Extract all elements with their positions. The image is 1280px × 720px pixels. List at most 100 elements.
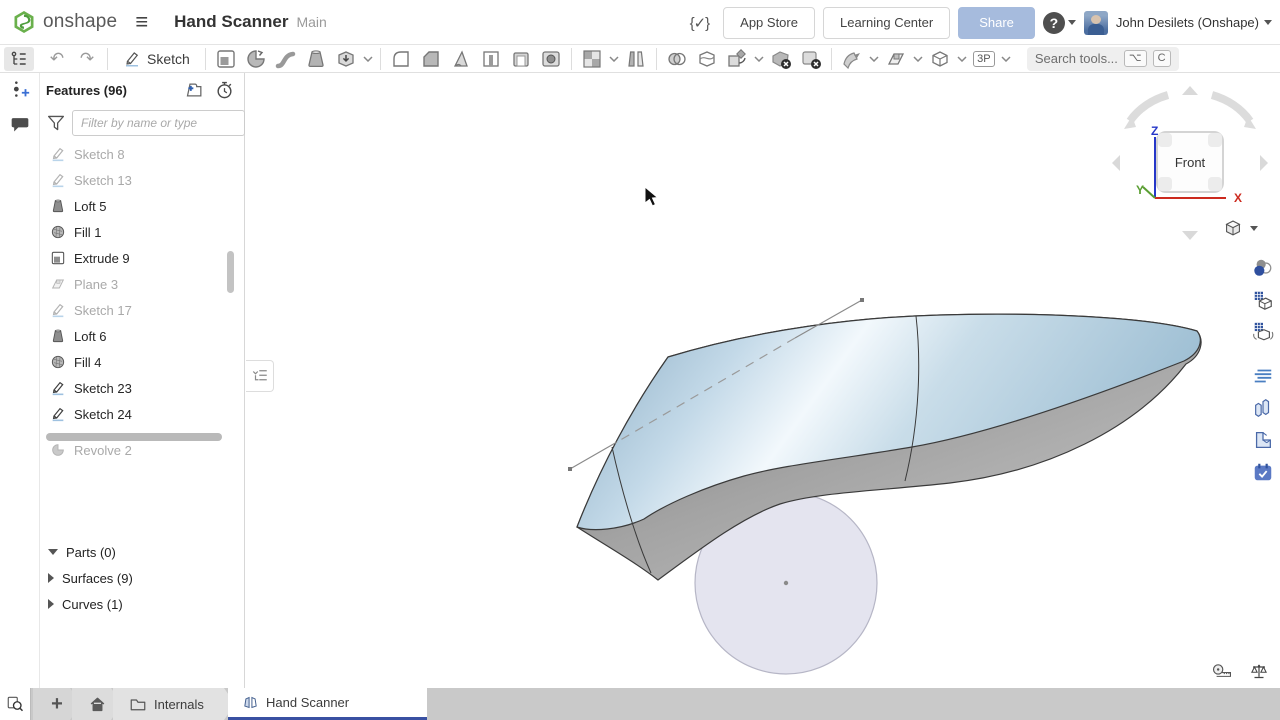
draft-button[interactable] [446, 46, 476, 72]
named-views-button[interactable] [1249, 285, 1277, 315]
feature-item[interactable]: Sketch 17 [40, 297, 245, 323]
extrude-button[interactable] [211, 46, 241, 72]
feature-item[interactable]: Loft 5 [40, 193, 245, 219]
user-menu[interactable]: John Desilets (Onshape) [1116, 15, 1272, 30]
release-button[interactable] [1249, 457, 1277, 487]
feature-label: Loft 6 [74, 329, 107, 344]
filter-input[interactable] [72, 110, 245, 136]
feature-item[interactable]: Sketch 24 [40, 401, 245, 427]
thicken-button[interactable] [331, 46, 361, 72]
mass-properties-button[interactable] [1250, 663, 1268, 680]
feature-list-toggle[interactable] [4, 47, 34, 71]
learning-center-button[interactable]: Learning Center [823, 7, 950, 39]
hole-button[interactable] [536, 46, 566, 72]
main-menu-icon[interactable]: ≡ [135, 11, 148, 33]
tab-search-button[interactable] [0, 688, 31, 720]
plane-dropdown[interactable] [911, 56, 925, 62]
loft-icon [50, 328, 66, 344]
feature-item[interactable]: Plane 3 [40, 271, 245, 297]
comments-button[interactable] [0, 107, 40, 141]
help-menu[interactable]: ? [1043, 12, 1076, 34]
thicken-dropdown[interactable] [361, 56, 375, 62]
feature-item[interactable]: Sketch 23 [40, 375, 245, 401]
mouse-cursor [644, 186, 660, 208]
redo-button[interactable]: ↷ [72, 46, 102, 72]
chevron-down-icon [1264, 20, 1272, 25]
feature-item[interactable]: Fill 1 [40, 219, 245, 245]
rib-button[interactable] [476, 46, 506, 72]
loft-button[interactable] [301, 46, 331, 72]
insert-feature-button[interactable] [0, 73, 40, 107]
tab-hand-scanner[interactable]: Hand Scanner [228, 688, 427, 720]
move-face-dropdown[interactable] [867, 56, 881, 62]
mass-properties-icon [1250, 663, 1268, 680]
section-view-button[interactable] [1249, 425, 1277, 455]
new-folder-button[interactable] [185, 81, 205, 99]
feature-item[interactable]: Extrude 9 [40, 245, 245, 271]
comment-list-icon [1252, 365, 1274, 387]
group-surfaces[interactable]: Surfaces (9) [40, 565, 245, 591]
revolve-button[interactable] [241, 46, 271, 72]
workspace-name[interactable]: Main [296, 14, 326, 30]
home-icon [89, 696, 106, 712]
tab-internals[interactable]: Internals [113, 688, 235, 720]
split-button[interactable] [692, 46, 722, 72]
feature-item[interactable]: Fill 4 [40, 349, 245, 375]
tab-bar: + Internals Hand Scanner [0, 688, 1280, 720]
view-options-button[interactable] [1222, 217, 1258, 239]
group-label: Surfaces (9) [62, 571, 133, 586]
fillet-icon [389, 47, 413, 71]
primitives-dropdown[interactable] [955, 56, 969, 62]
share-button[interactable]: Share [958, 7, 1035, 39]
three-point-button[interactable]: 3P [969, 46, 999, 72]
display-states-button[interactable] [1249, 317, 1277, 347]
delete-face-button[interactable] [796, 46, 826, 72]
primitives-button[interactable] [925, 46, 955, 72]
undo-button[interactable]: ↶ [42, 46, 72, 72]
search-tools[interactable]: Search tools... ⌥ C [1027, 47, 1179, 71]
sketch-button[interactable]: Sketch [113, 50, 200, 68]
measure-button[interactable] [1212, 663, 1232, 680]
plane-button[interactable] [881, 46, 911, 72]
transform-button[interactable] [722, 46, 752, 72]
linear-pattern-button[interactable] [577, 46, 607, 72]
group-curves[interactable]: Curves (1) [40, 591, 245, 617]
chamfer-button[interactable] [416, 46, 446, 72]
group-parts[interactable]: Parts (0) [40, 539, 245, 565]
pattern-dropdown[interactable] [607, 56, 621, 62]
app-store-button[interactable]: App Store [723, 7, 815, 39]
filter-button[interactable] [46, 114, 66, 132]
transform-dropdown[interactable] [752, 56, 766, 62]
part-studio-icon [242, 694, 259, 711]
graphics-viewport[interactable]: Front Z X Y [246, 73, 1280, 688]
onshape-app: onshape ≡ Hand Scanner Main {✓} App Stor… [0, 0, 1280, 720]
appearance-button[interactable] [1249, 253, 1277, 283]
feature-item[interactable]: Sketch 8 [40, 141, 245, 167]
vertical-scrollbar[interactable] [227, 251, 234, 293]
versions-icon[interactable]: {✓} [690, 14, 710, 32]
feature-item[interactable]: Sketch 13 [40, 167, 245, 193]
rib-icon [479, 47, 503, 71]
sketch-icon [50, 146, 66, 162]
sweep-button[interactable] [271, 46, 301, 72]
panel-expand-toggle[interactable] [246, 360, 274, 392]
rollback-timer-button[interactable] [215, 81, 234, 100]
horizontal-scrollbar[interactable] [46, 433, 222, 441]
parts-list-button[interactable] [1249, 393, 1277, 423]
move-face-button[interactable] [837, 46, 867, 72]
onshape-logo[interactable]: onshape [0, 10, 117, 34]
shell-button[interactable] [506, 46, 536, 72]
sketch-button-label: Sketch [147, 51, 190, 67]
mirror-button[interactable] [621, 46, 651, 72]
delete-part-button[interactable] [766, 46, 796, 72]
section-view-icon [1252, 429, 1274, 451]
boolean-button[interactable] [662, 46, 692, 72]
avatar[interactable] [1084, 11, 1108, 35]
three-point-dropdown[interactable] [999, 56, 1013, 62]
feature-item[interactable]: Loft 6 [40, 323, 245, 349]
thicken-icon [334, 47, 358, 71]
appearance-icon [1252, 257, 1274, 279]
comment-list-button[interactable] [1249, 361, 1277, 391]
fillet-button[interactable] [386, 46, 416, 72]
feature-label: Extrude 9 [74, 251, 130, 266]
